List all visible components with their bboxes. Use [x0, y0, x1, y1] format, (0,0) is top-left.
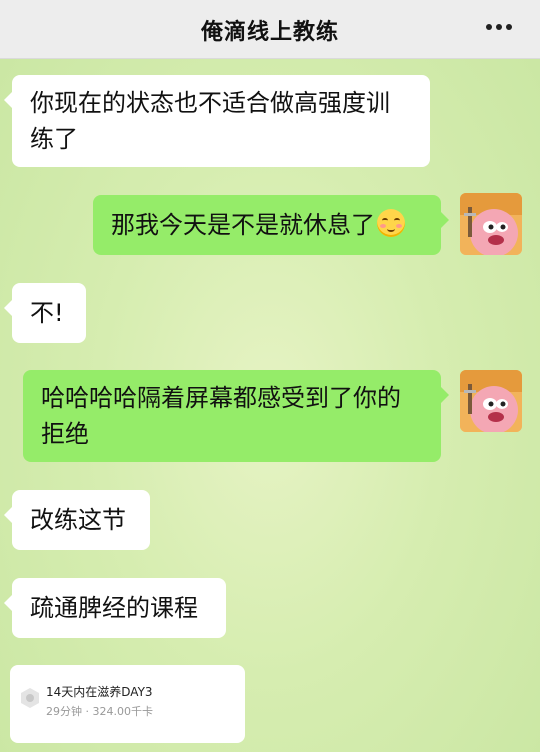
- message-text: 疏通脾经的课程: [30, 594, 198, 622]
- shared-course-card[interactable]: 14天内在滋养DAY3 29分钟 · 324.00千卡: [10, 665, 245, 743]
- message-text: 哈哈哈哈隔着屏幕都感受到了你的拒绝: [41, 384, 401, 448]
- message-bubble-received[interactable]: 你现在的状态也不适合做高强度训练了: [4, 75, 430, 167]
- chat-title: 俺滴线上教练: [200, 20, 339, 45]
- course-meta: 29分钟 · 324.00千卡: [46, 705, 153, 718]
- message-bubble-received[interactable]: 改练这节: [4, 490, 150, 550]
- course-title: 14天内在滋养DAY3: [46, 685, 153, 699]
- message-text: 你现在的状态也不适合做高强度训练了: [30, 89, 390, 153]
- message-text: 不!: [30, 299, 64, 327]
- message-bubble-sent[interactable]: 那我今天是不是就休息了: [93, 195, 449, 255]
- message-text: 改练这节: [30, 506, 126, 534]
- user-avatar[interactable]: [460, 370, 522, 432]
- message-text: 那我今天是不是就休息了: [111, 211, 375, 239]
- app-logo-icon: [19, 687, 41, 709]
- message-bubble-received[interactable]: 疏通脾经的课程: [4, 578, 226, 638]
- blushing-smile-emoji: [377, 209, 405, 237]
- chat-header: 俺滴线上教练: [0, 0, 540, 59]
- message-bubble-received[interactable]: 不!: [4, 283, 86, 343]
- more-dots-icon[interactable]: [486, 23, 512, 31]
- message-bubble-sent[interactable]: 哈哈哈哈隔着屏幕都感受到了你的拒绝: [23, 370, 449, 462]
- user-avatar[interactable]: [460, 193, 522, 255]
